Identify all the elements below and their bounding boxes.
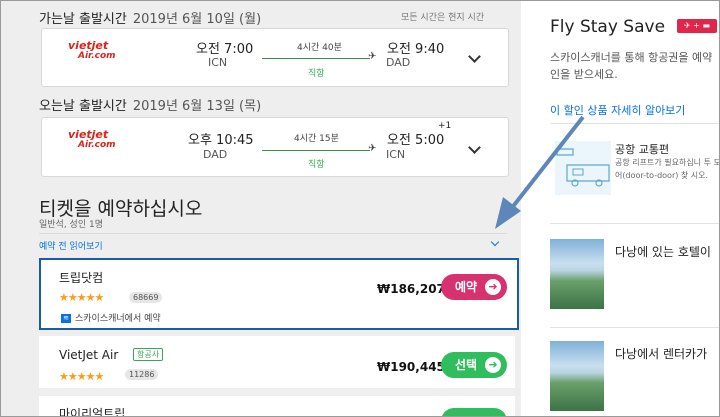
screenshot-frame: 가는날 출발시간 2019년 6월 10일 (월) 모든 시간은 현지 시간 vi…: [0, 0, 720, 417]
annotation-arrow: [495, 115, 585, 229]
